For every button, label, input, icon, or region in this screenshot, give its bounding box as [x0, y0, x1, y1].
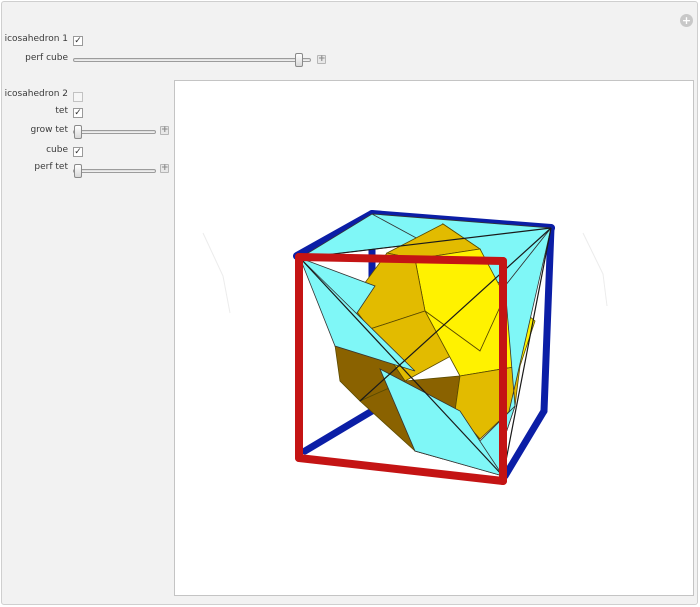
checkmark-icon: ✓: [74, 108, 82, 118]
grow-tet-slider[interactable]: [73, 125, 156, 139]
perf-tet-expand-plus-icon[interactable]: +: [160, 164, 169, 173]
perf-cube-slider[interactable]: [73, 53, 311, 67]
perf-tet-slider-thumb[interactable]: [74, 164, 82, 178]
perf-cube-expand-plus-icon[interactable]: +: [317, 55, 326, 64]
checkmark-icon: ✓: [74, 36, 82, 46]
icosahedron-2-label: icosahedron 2: [4, 89, 68, 99]
tet-checkbox[interactable]: ✓: [73, 108, 83, 118]
perf-tet-label: perf tet: [34, 162, 68, 172]
background-shading-right: [582, 232, 608, 307]
perf-cube-label: perf cube: [25, 53, 68, 63]
cube-label: cube: [46, 145, 68, 155]
icosahedron-2-checkbox[interactable]: [73, 92, 83, 102]
cube-edge-back-bottom-right: [501, 407, 548, 480]
tet-label: tet: [55, 106, 68, 116]
graphics-viewport[interactable]: [174, 80, 694, 596]
grow-tet-expand-plus-icon[interactable]: +: [160, 126, 169, 135]
checkmark-icon: ✓: [74, 147, 82, 157]
cube-edge-back-bottom-left: [301, 407, 376, 455]
polyhedra-scene[interactable]: [175, 81, 693, 595]
perf-cube-slider-thumb[interactable]: [295, 53, 304, 67]
icosahedron-1-label: icosahedron 1: [4, 34, 68, 44]
grow-tet-slider-thumb[interactable]: [74, 125, 82, 139]
cube-checkbox[interactable]: ✓: [73, 147, 83, 157]
perf-tet-slider[interactable]: [73, 164, 156, 178]
grow-tet-label: grow tet: [30, 125, 68, 135]
background-shading-left: [202, 232, 231, 314]
reset-plus-icon[interactable]: +: [680, 14, 693, 27]
icosahedron-1-checkbox[interactable]: ✓: [73, 36, 83, 46]
cube-edge-front-top: [295, 253, 507, 265]
